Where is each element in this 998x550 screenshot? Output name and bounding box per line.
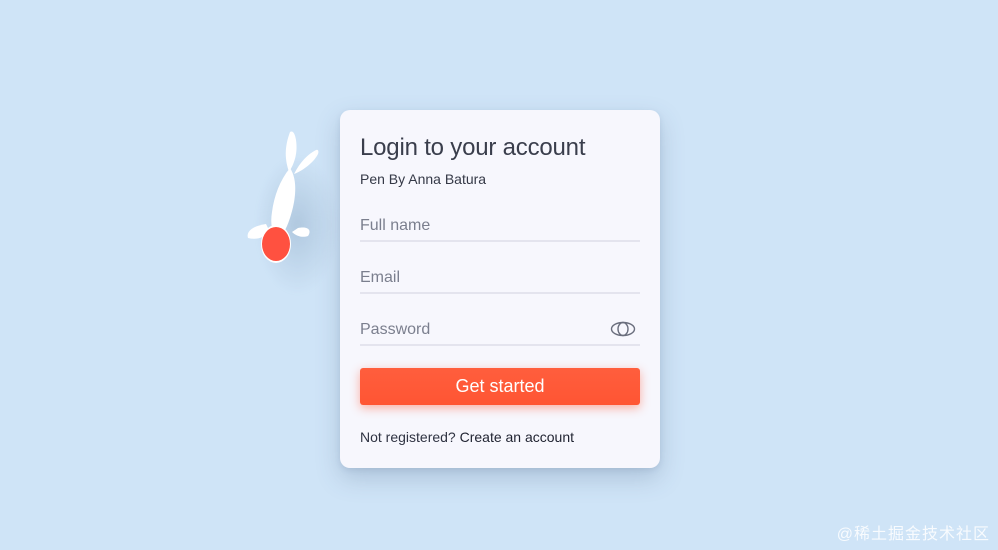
eye-icon[interactable] bbox=[610, 320, 636, 338]
email-input[interactable] bbox=[360, 266, 600, 290]
full-name-input[interactable] bbox=[360, 214, 600, 238]
full-name-field bbox=[360, 214, 640, 242]
get-started-button[interactable]: Get started bbox=[360, 368, 640, 405]
password-field bbox=[360, 318, 640, 346]
login-title: Login to your account bbox=[360, 134, 586, 161]
email-field bbox=[360, 266, 640, 294]
watermark: @稀土掘金技术社区 bbox=[836, 526, 990, 543]
login-card: Login to your account Pen By Anna Batura… bbox=[340, 110, 660, 468]
password-input[interactable] bbox=[360, 318, 600, 342]
login-subtitle: Pen By Anna Batura bbox=[360, 171, 487, 187]
register-prompt: Not registered? bbox=[360, 429, 456, 445]
register-row: Not registered? Create an account bbox=[360, 429, 574, 445]
create-account-link[interactable]: Create an account bbox=[460, 429, 574, 445]
koi-fish-icon bbox=[247, 131, 319, 263]
